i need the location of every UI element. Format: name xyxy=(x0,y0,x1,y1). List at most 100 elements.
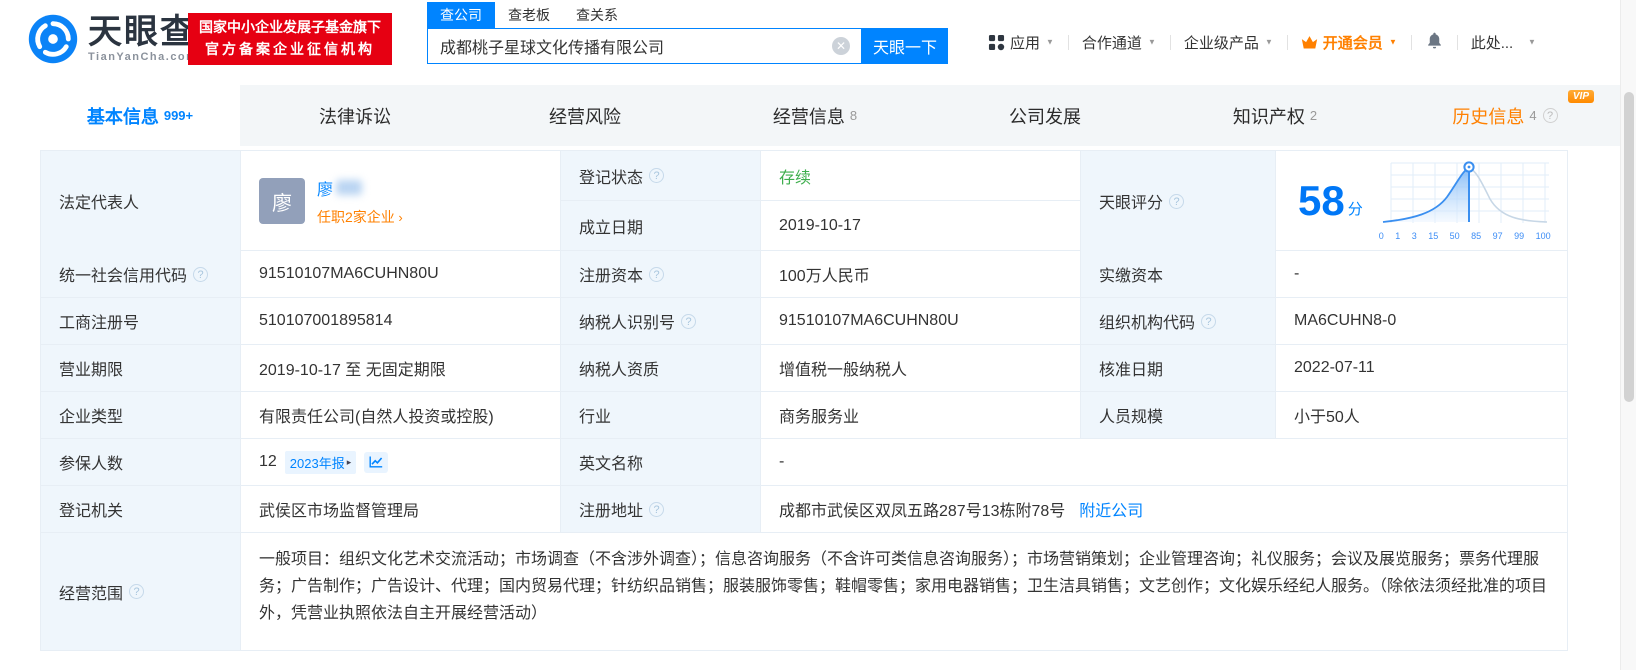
company-type-label-cell: 企业类型 xyxy=(41,392,241,438)
help-icon[interactable] xyxy=(649,501,665,517)
company-info-table: 法定代表人 廖 廖 任职2家企业 登记状态 xyxy=(40,150,1568,651)
certification-badge: 国家中小企业发展子基金旗下 官方备案企业征信机构 xyxy=(188,13,392,65)
field-label: 组织机构代码 xyxy=(1099,315,1196,332)
field-label: 营业期限 xyxy=(59,362,124,379)
field-value: 91510107MA6CUHN80U xyxy=(259,265,439,282)
search-tabs: 查公司 查老板 查关系 xyxy=(427,2,948,28)
reg-status-label-cell: 登记状态 xyxy=(561,151,761,200)
help-icon[interactable] xyxy=(129,584,145,599)
search-tab-company[interactable]: 查公司 xyxy=(427,2,495,28)
company-tabbar: 基本信息 999+ 法律诉讼 经营风险 经营信息 8 公司发展 知识产权 2 V… xyxy=(40,85,1620,146)
nav-vip-label: 开通会员 xyxy=(1322,35,1383,52)
legal-rep-label-cell: 法定代表人 xyxy=(41,151,241,251)
nav-user[interactable]: 此处... xyxy=(1471,32,1537,53)
nav-cooperation-label: 合作通道 xyxy=(1081,35,1142,52)
table-row: 法定代表人 廖 廖 任职2家企业 登记状态 xyxy=(41,151,1567,251)
avatar[interactable]: 廖 xyxy=(259,178,305,224)
nav-apps-label: 应用 xyxy=(1010,35,1041,52)
paid-capital-label-cell: 实缴资本 xyxy=(1081,251,1276,297)
table-row: 企业类型 有限责任公司(自然人投资或控股) 行业 商务服务业 人员规模 小于50… xyxy=(41,392,1567,439)
search-button[interactable]: 天眼一下 xyxy=(862,28,948,64)
approval-date-value-cell: 2022-07-11 xyxy=(1276,345,1567,391)
tab-label: 知识产权 xyxy=(1232,106,1305,127)
nav-enterprise-products[interactable]: 企业级产品 xyxy=(1184,32,1274,53)
bell-icon xyxy=(1425,30,1444,55)
field-label: 行业 xyxy=(579,409,612,426)
tab-count: 4 xyxy=(1529,108,1537,123)
table-row: 经营范围 一般项目：组织文化艺术交流活动；市场调查（不含涉外调查）；信息咨询服务… xyxy=(41,533,1567,650)
field-label: 注册地址 xyxy=(579,503,644,520)
reg-capital-label-cell: 注册资本 xyxy=(561,251,761,297)
chevron-down-icon xyxy=(1264,37,1274,48)
address-label-cell: 注册地址 xyxy=(561,486,761,532)
tab-business-info[interactable]: 经营信息 8 xyxy=(700,85,930,146)
nav-user-label: 此处... xyxy=(1470,35,1514,52)
header-nav: 应用 合作通道 企业级产品 开通会员 xyxy=(988,0,1537,85)
field-value: 有限责任公司(自然人投资或控股) xyxy=(259,409,494,426)
table-row: 工商注册号 510107001895814 纳税人识别号 91510107MA6… xyxy=(41,298,1567,345)
address-value-cell: 成都市武侯区双凤五路287号13栋附78号 附近公司 xyxy=(761,486,1567,532)
table-row: 营业期限 2019-10-17 至 无固定期限 纳税人资质 增值税一般纳税人 核… xyxy=(41,345,1567,392)
nav-open-vip[interactable]: 开通会员 xyxy=(1301,32,1398,53)
field-value: 2019-10-17 至 无固定期限 xyxy=(259,362,446,379)
scrollbar-thumb[interactable] xyxy=(1624,92,1634,402)
annual-report-tag[interactable]: 2023年报 xyxy=(284,450,357,474)
org-code-label-cell: 组织机构代码 xyxy=(1081,298,1276,344)
field-label: 纳税人识别号 xyxy=(579,315,676,332)
help-icon[interactable] xyxy=(1201,313,1217,329)
logo[interactable]: 天眼查 TianYanCha.com xyxy=(28,14,197,69)
help-icon[interactable] xyxy=(649,266,665,282)
field-label: 企业类型 xyxy=(59,409,124,426)
term-value-cell: 2019-10-17 至 无固定期限 xyxy=(241,345,561,391)
tab-label: 经营风险 xyxy=(549,106,621,127)
score-value-cell: 58 分 0 1 3 15 50 85 97 99 100 xyxy=(1276,151,1567,251)
insured-label-cell: 参保人数 xyxy=(41,439,241,485)
english-name-value-cell: - xyxy=(761,439,1567,485)
tab-basic-info[interactable]: 基本信息 999+ xyxy=(40,85,240,146)
reg-no-value-cell: 510107001895814 xyxy=(241,298,561,344)
insured-count: 12 xyxy=(259,453,277,470)
field-value: MA6CUHN8-0 xyxy=(1294,312,1397,329)
chevron-down-icon xyxy=(1147,37,1157,48)
field-value: 510107001895814 xyxy=(259,312,393,329)
tab-legal-litigation[interactable]: 法律诉讼 xyxy=(240,85,470,146)
field-label: 工商注册号 xyxy=(59,315,140,332)
badge-line2: 官方备案企业征信机构 xyxy=(205,41,375,57)
search-input[interactable] xyxy=(427,28,862,64)
tab-company-development[interactable]: 公司发展 xyxy=(930,85,1160,146)
field-value: 小于50人 xyxy=(1294,409,1360,426)
legal-rep-name[interactable]: 廖 xyxy=(317,176,403,200)
divider xyxy=(1456,35,1458,50)
nearby-companies-link[interactable]: 附近公司 xyxy=(1079,497,1143,521)
tab-count: 999+ xyxy=(163,108,194,123)
help-icon[interactable] xyxy=(1169,193,1185,209)
divider xyxy=(1286,35,1288,50)
help-icon[interactable] xyxy=(1542,108,1558,123)
score-unit: 分 xyxy=(1347,200,1363,218)
chevron-down-icon xyxy=(1527,37,1537,48)
table-row: 参保人数 12 2023年报 英文名称 - xyxy=(41,439,1567,486)
help-icon[interactable] xyxy=(649,168,665,183)
tab-operation-risk[interactable]: 经营风险 xyxy=(470,85,700,146)
divider xyxy=(1410,35,1412,50)
tab-history-info[interactable]: VIP 历史信息 4 xyxy=(1390,85,1620,146)
tab-intellectual-property[interactable]: 知识产权 2 xyxy=(1160,85,1390,146)
field-label: 参保人数 xyxy=(59,456,124,473)
search-tab-boss[interactable]: 查老板 xyxy=(495,2,563,28)
field-value: 增值税一般纳税人 xyxy=(779,362,908,379)
legal-rep-value-cell: 廖 廖 任职2家企业 xyxy=(241,151,561,251)
nav-cooperation[interactable]: 合作通道 xyxy=(1082,32,1157,53)
help-icon[interactable] xyxy=(193,266,209,282)
positions-link[interactable]: 任职2家企业 xyxy=(317,207,403,227)
org-code-value-cell: MA6CUHN8-0 xyxy=(1276,298,1567,344)
est-date-value-cell: 2019-10-17 xyxy=(761,201,1080,250)
notification-bell[interactable] xyxy=(1425,30,1444,55)
nav-apps[interactable]: 应用 xyxy=(988,32,1055,53)
reg-authority-label-cell: 登记机关 xyxy=(41,486,241,532)
clear-icon[interactable] xyxy=(832,37,850,55)
field-value: 2019-10-17 xyxy=(779,216,861,234)
help-icon[interactable] xyxy=(681,313,697,329)
scrollbar-track[interactable] xyxy=(1620,0,1636,670)
search-tab-relation[interactable]: 查关系 xyxy=(563,2,631,28)
trend-chart-button[interactable] xyxy=(364,451,389,473)
